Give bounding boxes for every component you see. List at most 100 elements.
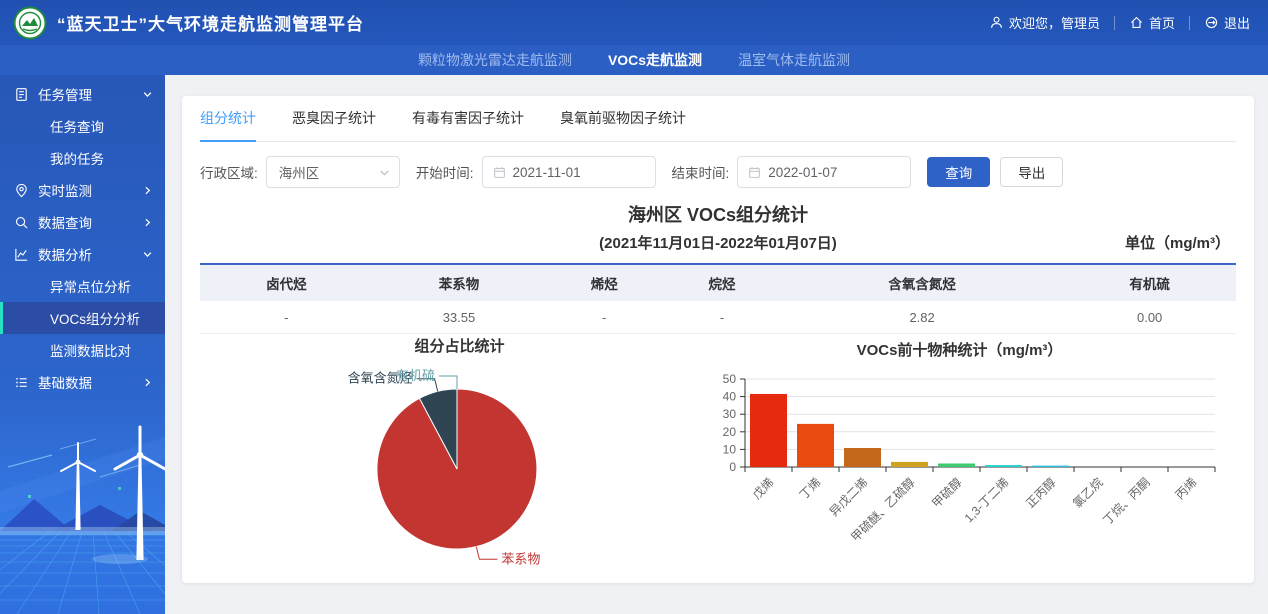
tab-臭氧前驱物因子统计[interactable]: 臭氧前驱物因子统计 xyxy=(560,96,686,141)
pie-label-line xyxy=(439,376,457,389)
sidebar-subitem-VOCs组分分析[interactable]: VOCs组分分析 xyxy=(0,302,165,334)
x-tick-label-氯乙烷: 氯乙烷 xyxy=(1070,475,1105,510)
bar-1,3-丁二烯 xyxy=(985,465,1022,467)
summary-header: 海州区 VOCs组分统计 (2021年11月01日-2022年01月07日) 单… xyxy=(182,201,1254,253)
charts-canvas: 苯系物含氧含氮烃有机硫01020304050戊烯丁烯异戊二烯甲硫醚、乙硫醇甲硫醇… xyxy=(182,323,1254,581)
tab-有毒有害因子统计[interactable]: 有毒有害因子统计 xyxy=(412,96,524,141)
table-column-烷烃: 烷烃 xyxy=(663,264,781,301)
query-button[interactable]: 查询 xyxy=(927,157,990,187)
x-tick-label-戊烯: 戊烯 xyxy=(750,475,777,502)
document-icon xyxy=(14,87,29,102)
logout-icon xyxy=(1204,15,1219,30)
filter-row: 行政区域: 海州区 开始时间: 2021-11-01 结束时间: xyxy=(200,156,1236,188)
table-column-苯系物: 苯系物 xyxy=(373,264,546,301)
platform-title: “蓝天卫士”大气环境走航监测管理平台 xyxy=(57,10,364,35)
table-column-有机硫: 有机硫 xyxy=(1063,264,1236,301)
calendar-icon xyxy=(493,166,506,179)
calendar-icon xyxy=(748,166,761,179)
x-tick-label-丁烯: 丁烯 xyxy=(797,475,824,502)
sidebar-item-实时监测[interactable]: 实时监测 xyxy=(0,174,165,206)
y-tick-label: 40 xyxy=(723,390,737,404)
y-tick-label: 20 xyxy=(723,425,737,439)
home-link[interactable]: 首页 xyxy=(1129,13,1175,32)
sidebar-item-基础数据[interactable]: 基础数据 xyxy=(0,366,165,398)
end-date-input[interactable]: 2022-01-07 xyxy=(737,156,911,188)
y-tick-label: 0 xyxy=(729,460,736,474)
home-label: 首页 xyxy=(1149,13,1175,32)
sidebar-item-数据分析[interactable]: 数据分析 xyxy=(0,238,165,270)
chart-icon xyxy=(14,247,29,262)
start-date-label: 开始时间: xyxy=(416,162,474,182)
nav-tab-VOCs走航监测[interactable]: VOCs走航监测 xyxy=(608,45,702,75)
charts-area: 组分占比统计 VOCs前十物种统计（mg/m³） 苯系物含氧含氮烃有机硫0102… xyxy=(182,323,1254,581)
x-tick-label-1,3-丁二烯: 1,3-丁二烯 xyxy=(962,475,1012,525)
y-tick-label: 10 xyxy=(723,442,737,456)
nav-tab-温室气体走航监测[interactable]: 温室气体走航监测 xyxy=(738,45,850,75)
summary-unit: 单位（mg/m³） xyxy=(1125,232,1230,253)
sidebar-item-任务管理[interactable]: 任务管理 xyxy=(0,78,165,110)
sidebar-item-label: 数据分析 xyxy=(38,244,92,264)
sidebar-subitem-我的任务[interactable]: 我的任务 xyxy=(0,142,165,174)
sidebar-item-label: 实时监测 xyxy=(38,180,92,200)
header-divider xyxy=(1189,16,1190,30)
sidebar: 任务管理任务查询我的任务实时监测数据查询数据分析异常点位分析VOCs组分分析监测… xyxy=(0,75,165,614)
x-tick-label-丙烯: 丙烯 xyxy=(1173,475,1200,502)
logout-link[interactable]: 退出 xyxy=(1204,13,1250,32)
table-column-烯烃: 烯烃 xyxy=(545,264,663,301)
header-divider xyxy=(1114,16,1115,30)
sidebar-subitem-异常点位分析[interactable]: 异常点位分析 xyxy=(0,270,165,302)
chevron-down-icon xyxy=(378,166,391,179)
chevron-right-icon xyxy=(142,377,153,388)
chevron-right-icon xyxy=(142,185,153,196)
pie-label-有机硫: 有机硫 xyxy=(396,368,435,383)
x-tick-label-甲硫醇: 甲硫醇 xyxy=(929,475,965,511)
welcome-user: 欢迎您，管理员 xyxy=(989,13,1100,32)
bar-chart: 01020304050戊烯丁烯异戊二烯甲硫醚、乙硫醇甲硫醇1,3-丁二烯正丙醇氯… xyxy=(723,372,1215,545)
bar-戊烯 xyxy=(750,394,787,467)
sidebar-item-label: 基础数据 xyxy=(38,372,92,392)
end-date-label: 结束时间: xyxy=(672,162,730,182)
summary-date-range: (2021年11月01日-2022年01月07日) xyxy=(182,232,1254,253)
pie-label-苯系物: 苯系物 xyxy=(501,551,540,566)
nav-tab-颗粒物激光雷达走航监测[interactable]: 颗粒物激光雷达走航监测 xyxy=(418,45,572,75)
table-column-卤代烃: 卤代烃 xyxy=(200,264,373,301)
y-tick-label: 50 xyxy=(723,372,737,386)
sidebar-item-label: 数据查询 xyxy=(38,212,92,232)
pie-label-line xyxy=(476,547,497,560)
bar-丁烯 xyxy=(797,424,834,467)
bar-正丙醇 xyxy=(1032,466,1069,467)
content-card: 组分统计恶臭因子统计有毒有害因子统计臭氧前驱物因子统计 行政区域: 海州区 开始… xyxy=(182,96,1254,583)
home-icon xyxy=(1129,15,1144,30)
y-tick-label: 30 xyxy=(723,407,737,421)
chevron-down-icon xyxy=(142,249,153,260)
x-tick-label-正丙醇: 正丙醇 xyxy=(1023,475,1059,511)
logout-label: 退出 xyxy=(1224,13,1250,32)
pie-chart: 苯系物含氧含氮烃有机硫 xyxy=(348,368,541,566)
list-icon xyxy=(14,375,29,390)
bar-甲硫醇 xyxy=(938,463,975,467)
platform-logo-icon xyxy=(13,6,47,40)
tab-组分统计[interactable]: 组分统计 xyxy=(200,96,256,141)
tab-恶臭因子统计[interactable]: 恶臭因子统计 xyxy=(292,96,376,141)
sidebar-item-数据查询[interactable]: 数据查询 xyxy=(0,206,165,238)
sidebar-item-label: 任务管理 xyxy=(38,84,92,104)
bar-甲硫醚、乙硫醇 xyxy=(891,462,928,467)
x-tick-label-丁烷、丙酮: 丁烷、丙酮 xyxy=(1100,475,1152,527)
monitoring-type-nav: 颗粒物激光雷达走航监测 VOCs走航监测 温室气体走航监测 xyxy=(0,45,1268,75)
table-column-含氧含氮烃: 含氧含氮烃 xyxy=(781,264,1063,301)
search-icon xyxy=(14,215,29,230)
region-select[interactable]: 海州区 xyxy=(266,156,400,188)
region-label: 行政区域: xyxy=(200,162,258,182)
export-button[interactable]: 导出 xyxy=(1000,157,1063,187)
sidebar-menu: 任务管理任务查询我的任务实时监测数据查询数据分析异常点位分析VOCs组分分析监测… xyxy=(0,75,165,398)
x-tick-label-异戊二烯: 异戊二烯 xyxy=(827,475,871,519)
bar-异戊二烯 xyxy=(844,448,881,467)
welcome-text: 欢迎您，管理员 xyxy=(1009,13,1100,32)
sidebar-subitem-任务查询[interactable]: 任务查询 xyxy=(0,110,165,142)
sidebar-subitem-监测数据比对[interactable]: 监测数据比对 xyxy=(0,334,165,366)
header-right: 欢迎您，管理员 首页 退出 xyxy=(989,13,1250,32)
app-header: “蓝天卫士”大气环境走航监测管理平台 欢迎您，管理员 首页 退出 xyxy=(0,0,1268,45)
sidebar-illustration xyxy=(0,399,165,614)
start-date-input[interactable]: 2021-11-01 xyxy=(482,156,656,188)
user-icon xyxy=(989,15,1004,30)
